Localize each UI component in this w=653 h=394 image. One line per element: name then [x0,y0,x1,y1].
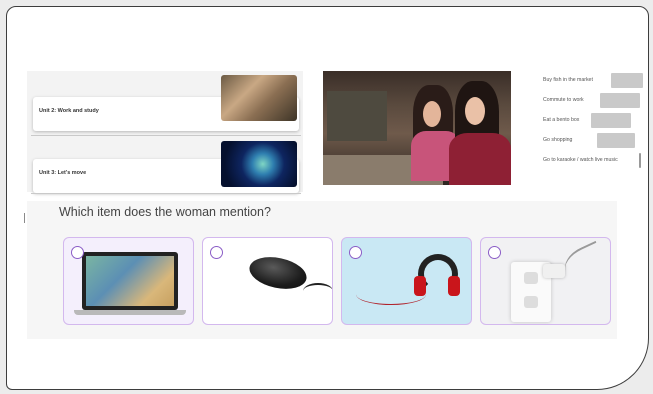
activity-label: Go to karaoke / watch live music [543,157,618,163]
plug-cord [559,240,607,282]
divider [31,135,301,136]
radio-button[interactable] [349,246,362,259]
option-power-outlet[interactable] [480,237,611,325]
answer-box[interactable] [597,133,635,148]
activity-label: Go shopping [543,137,573,143]
restaurant-photo [323,71,511,185]
activity-label: Buy fish in the market [543,77,593,83]
answer-box[interactable] [600,93,640,108]
option-laptop[interactable] [63,237,194,325]
unit-label: Unit 2: Work and study [39,108,99,114]
answer-box[interactable] [591,113,631,128]
mouse-image [246,252,310,294]
radio-button[interactable] [210,246,223,259]
headphones-cup [448,276,460,296]
laptop-base [74,310,186,315]
mouse-cable [303,283,332,299]
radio-button[interactable] [71,246,84,259]
unit-thumbnail [221,141,297,187]
unit-row-work-and-study[interactable]: Unit 2: Work and study [33,75,299,131]
units-panel: Unit 2: Work and study Unit 3: Let's mov… [27,71,303,194]
unit-thumbnail [221,75,297,121]
activity-label: Eat a bento box [543,117,580,123]
lesson-card: Unit 2: Work and study Unit 3: Let's mov… [6,6,649,390]
radio-button[interactable] [488,246,501,259]
quote-bar [24,213,25,223]
plug-image [543,264,565,278]
unit-row-lets-move[interactable]: Unit 3: Let's move [33,141,299,193]
divider [31,193,301,194]
answer-box[interactable] [611,73,643,88]
headphones-cup [414,276,426,296]
answer-box[interactable] [639,153,641,168]
question-text: Which item does the woman mention? [59,205,271,219]
option-headphones[interactable] [341,237,472,325]
activity-label: Commute to work [543,97,584,103]
unit-label: Unit 3: Let's move [39,170,87,176]
laptop-image [82,252,178,310]
option-mouse[interactable] [202,237,333,325]
